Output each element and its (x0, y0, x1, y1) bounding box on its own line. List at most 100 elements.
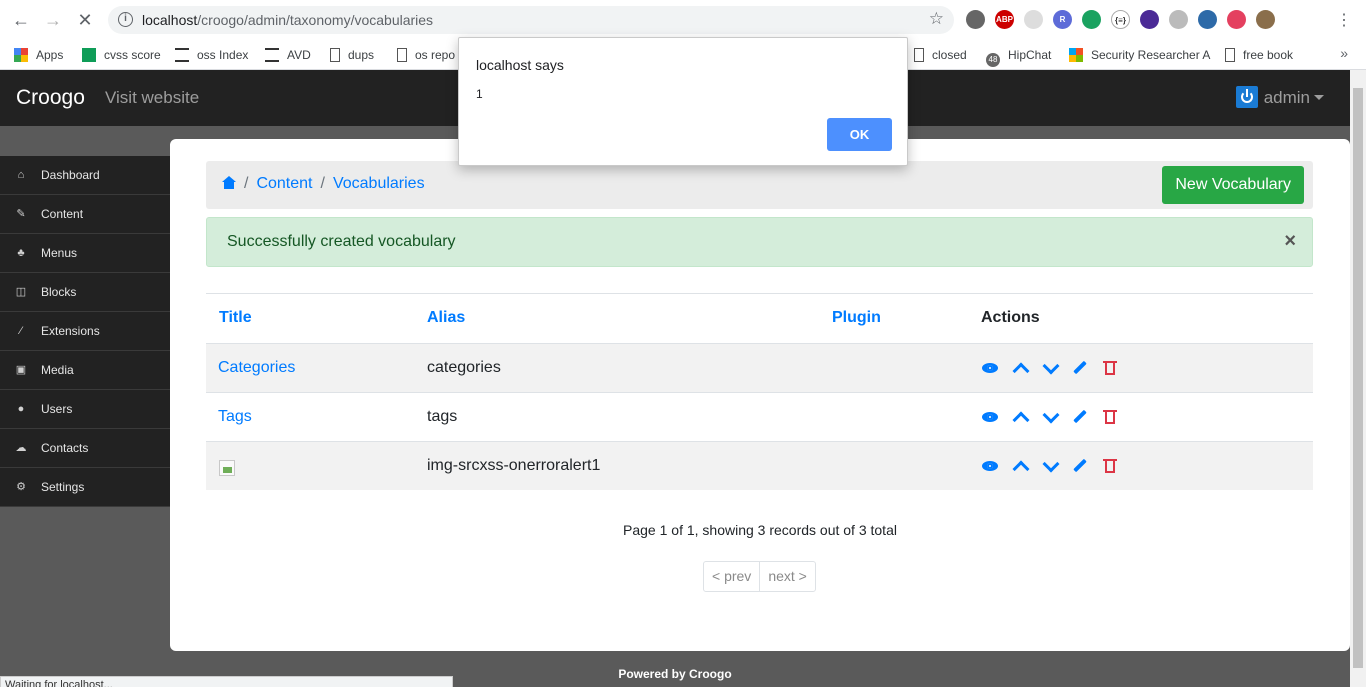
address-bar[interactable]: i localhost/croogo/admin/taxonomy/vocabu… (108, 6, 954, 34)
move-up-icon[interactable] (1012, 458, 1028, 474)
bookmark-avd[interactable]: AVD (265, 45, 311, 65)
broken-image-icon[interactable] (219, 460, 235, 476)
list-icon (265, 48, 279, 62)
sidebar-item-label: Settings (41, 480, 85, 494)
bookmarks-overflow-icon[interactable]: » (1340, 45, 1348, 61)
forward-icon[interactable]: → (42, 9, 64, 31)
sidebar-item-dashboard[interactable]: ⌂ Dashboard (0, 156, 170, 195)
bookmark-label: Security Researcher A (1091, 48, 1211, 62)
adblock-icon[interactable]: ABP (995, 10, 1014, 29)
site-info-icon[interactable]: i (118, 12, 133, 27)
view-icon[interactable] (982, 360, 998, 376)
bookmark-cvss-score[interactable]: cvss score (82, 45, 161, 65)
sidebar-item-label: Users (41, 402, 73, 416)
browser-menu-icon[interactable]: ⋮ (1336, 10, 1352, 30)
column-header-actions: Actions (981, 309, 1040, 326)
sidebar-item-contacts[interactable]: ☁ Contacts (0, 429, 170, 468)
new-vocabulary-button[interactable]: New Vocabulary (1162, 166, 1304, 204)
delete-icon[interactable] (1102, 458, 1118, 474)
breadcrumb-vocabularies[interactable]: Vocabularies (333, 175, 425, 192)
stop-loading-icon[interactable]: ✕ (74, 9, 96, 31)
vocabulary-title-link[interactable]: Categories (218, 359, 295, 377)
view-icon[interactable] (982, 409, 998, 425)
sidebar-item-settings[interactable]: ⚙ Settings (0, 468, 170, 507)
column-header-alias[interactable]: Alias (427, 309, 465, 327)
main-content: / Content / Vocabularies New Vocabulary Suc… (170, 139, 1350, 651)
page-scrollbar[interactable] (1350, 70, 1366, 687)
js-alert-dialog: localhost says 1 OK (458, 37, 908, 166)
move-down-icon[interactable] (1042, 360, 1058, 376)
visit-website-link[interactable]: Visit website (105, 88, 199, 108)
column-header-plugin[interactable]: Plugin (832, 309, 881, 327)
dialog-message: 1 (476, 87, 483, 101)
extension-icons: ABP R {≡} (966, 10, 1275, 30)
row-actions (982, 458, 1118, 474)
sidebar-item-label: Extensions (41, 324, 100, 338)
hipchat-icon: 48 (986, 53, 1000, 67)
bookmark-oss-index[interactable]: oss Index (175, 45, 248, 65)
bookmark-label: free book (1243, 48, 1294, 62)
extension-gear-icon[interactable] (966, 10, 985, 29)
column-header-title[interactable]: Title (219, 309, 252, 327)
scrollbar-thumb[interactable] (1353, 88, 1363, 668)
delete-icon[interactable] (1102, 360, 1118, 376)
sheets-icon (82, 48, 96, 62)
sidebar-item-menus[interactable]: ♣ Menus (0, 234, 170, 273)
extension-circle-icon[interactable] (1169, 10, 1188, 29)
edit-icon[interactable] (1072, 409, 1088, 425)
url-text[interactable]: localhost/croogo/admin/taxonomy/vocabula… (142, 12, 433, 28)
sidebar-item-label: Menus (41, 246, 78, 260)
bookmark-dups[interactable]: dups (330, 45, 374, 65)
comments-icon: ☁ (15, 442, 27, 454)
bookmark-label: os repo (415, 48, 456, 62)
sidebar-item-media[interactable]: ▣ Media (0, 351, 170, 390)
bookmark-apps[interactable]: Apps (14, 45, 63, 65)
breadcrumb-separator: / (244, 175, 249, 192)
chat-bubble-icon[interactable] (1024, 10, 1043, 29)
move-down-icon[interactable] (1042, 458, 1058, 474)
page-icon (914, 48, 924, 62)
table-row: Tags tags (206, 392, 1313, 441)
home-icon[interactable] (222, 176, 236, 189)
url-path: /croogo/admin/taxonomy/vocabularies (197, 12, 434, 28)
vocabulary-title-link[interactable]: Tags (218, 408, 252, 426)
extension-diamond-icon[interactable] (1140, 10, 1159, 29)
json-icon[interactable]: {≡} (1111, 10, 1130, 29)
ok-button[interactable]: OK (827, 118, 892, 151)
bookmark-security-researcher[interactable]: Security Researcher A (1069, 45, 1210, 65)
profile-avatar-icon[interactable] (1256, 10, 1275, 29)
bookmark-free-book[interactable]: free book (1225, 45, 1293, 65)
extension-r-icon[interactable]: R (1053, 10, 1072, 29)
edit-icon[interactable] (1072, 458, 1088, 474)
bookmark-os-repo[interactable]: os repo (397, 45, 455, 65)
breadcrumb-content[interactable]: Content (256, 175, 312, 192)
edit-icon[interactable] (1072, 360, 1088, 376)
close-icon[interactable]: × (1284, 230, 1296, 253)
url-host: localhost (142, 12, 198, 28)
sidebar-item-users[interactable]: ● Users (0, 390, 170, 429)
bookmark-star-icon[interactable]: ☆ (929, 9, 944, 29)
breadcrumb-trail: / Content / Vocabularies (222, 175, 425, 193)
extension-pin-icon[interactable] (1082, 10, 1101, 29)
pagination-summary: Page 1 of 1, showing 3 records out of 3 … (623, 522, 897, 538)
back-icon[interactable]: ← (10, 9, 32, 31)
list-icon (175, 48, 189, 62)
extension-eye-icon[interactable] (1198, 10, 1217, 29)
sidebar-item-content[interactable]: ✎ Content (0, 195, 170, 234)
delete-icon[interactable] (1102, 409, 1118, 425)
sidebar-item-extensions[interactable]: ⁄ Extensions (0, 312, 170, 351)
prev-page-button[interactable]: < prev (704, 562, 759, 591)
bookmark-hipchat[interactable]: 48 HipChat (986, 45, 1051, 67)
sidebar-item-blocks[interactable]: ◫ Blocks (0, 273, 170, 312)
user-menu[interactable]: admin (1235, 86, 1324, 108)
sidebar-item-label: Blocks (41, 285, 77, 299)
move-down-icon[interactable] (1042, 409, 1058, 425)
picture-icon: ▣ (15, 364, 27, 376)
bookmark-closed[interactable]: closed (914, 45, 967, 65)
move-up-icon[interactable] (1012, 360, 1028, 376)
extension-star-icon[interactable] (1227, 10, 1246, 29)
move-up-icon[interactable] (1012, 409, 1028, 425)
next-page-button[interactable]: next > (759, 562, 815, 591)
brand-logo[interactable]: Croogo (16, 86, 85, 110)
view-icon[interactable] (982, 458, 998, 474)
